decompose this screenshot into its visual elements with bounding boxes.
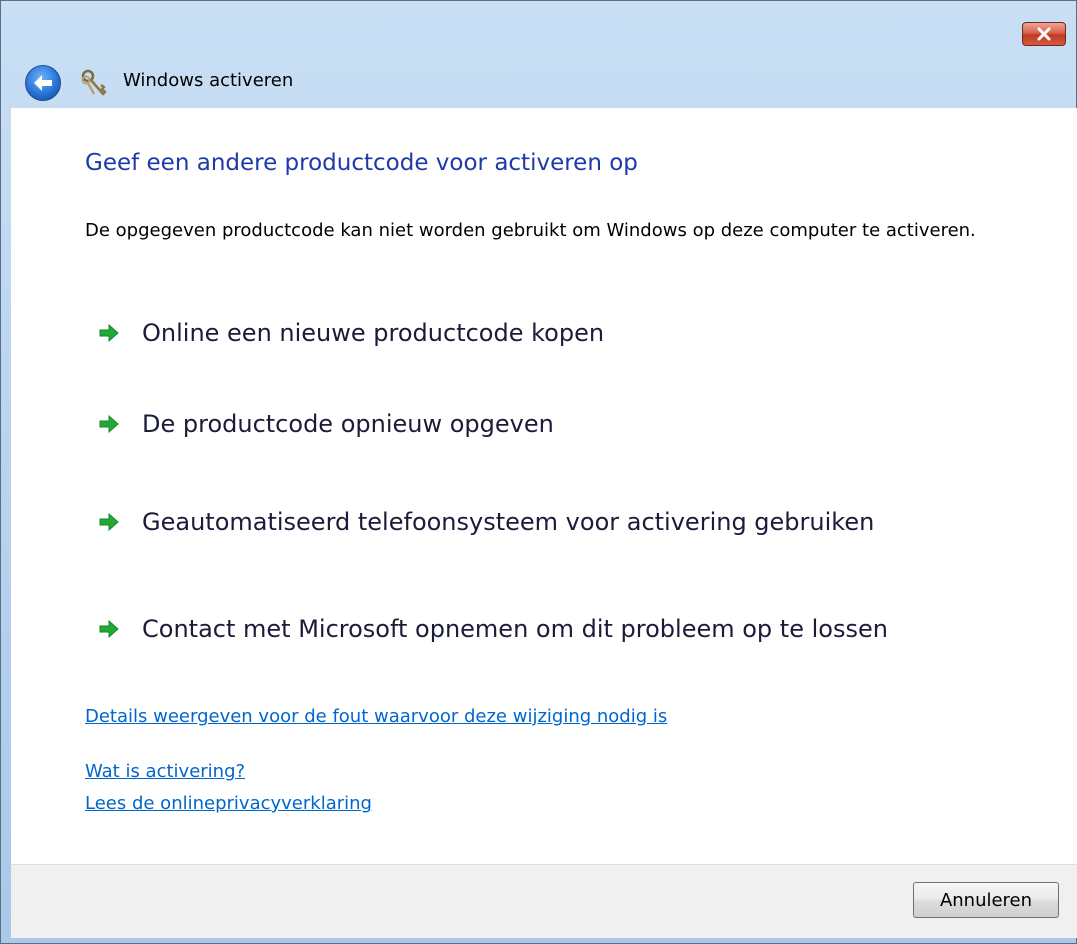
page-heading: Geef een andere productcode voor activer… bbox=[85, 150, 638, 176]
green-arrow-icon bbox=[99, 620, 119, 638]
back-button[interactable] bbox=[25, 65, 61, 101]
back-arrow-icon bbox=[34, 75, 52, 91]
green-arrow-icon bbox=[99, 324, 119, 342]
content-panel: Geef een andere productcode voor activer… bbox=[11, 108, 1077, 864]
button-bar: Annuleren bbox=[11, 864, 1077, 938]
details-link[interactable]: Details weergeven voor de fout waarvoor … bbox=[85, 706, 667, 727]
option-label: De productcode opnieuw opgeven bbox=[142, 410, 554, 438]
option-label: Online een nieuwe productcode kopen bbox=[142, 319, 605, 347]
green-arrow-icon bbox=[99, 415, 119, 433]
option-phone-activation[interactable]: Geautomatiseerd telefoonsysteem voor act… bbox=[99, 505, 874, 539]
window-title: Windows activeren bbox=[123, 70, 294, 91]
privacy-link[interactable]: Lees de onlineprivacyverklaring bbox=[85, 793, 372, 814]
option-reenter-key[interactable]: De productcode opnieuw opgeven bbox=[99, 407, 554, 441]
cancel-button[interactable]: Annuleren bbox=[913, 882, 1059, 918]
option-label: Geautomatiseerd telefoonsysteem voor act… bbox=[142, 508, 875, 536]
activation-window: Windows activeren Geef een andere produc… bbox=[0, 0, 1077, 944]
close-icon bbox=[1037, 27, 1051, 41]
keys-icon bbox=[81, 69, 107, 96]
close-button[interactable] bbox=[1022, 22, 1066, 46]
option-label: Contact met Microsoft opnemen om dit pro… bbox=[142, 615, 888, 643]
green-arrow-icon bbox=[99, 513, 119, 531]
error-description: De opgegeven productcode kan niet worden… bbox=[85, 220, 976, 241]
what-is-activation-link[interactable]: Wat is activering? bbox=[85, 761, 245, 782]
option-contact-microsoft[interactable]: Contact met Microsoft opnemen om dit pro… bbox=[99, 612, 888, 646]
option-buy-online[interactable]: Online een nieuwe productcode kopen bbox=[99, 316, 604, 350]
